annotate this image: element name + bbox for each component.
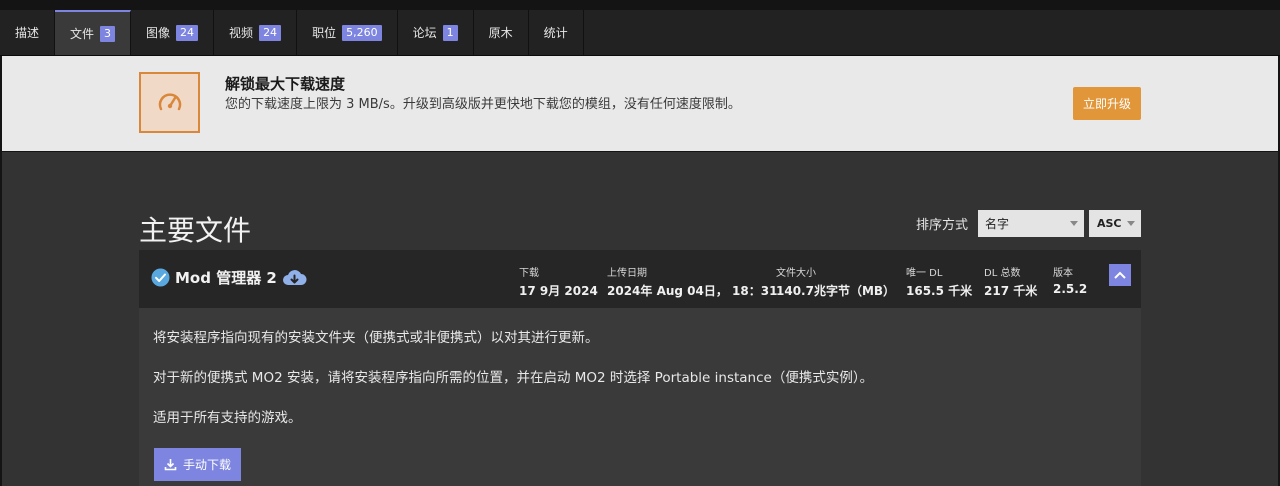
chevron-down-icon (1070, 221, 1078, 226)
meta-unique-downloads: 唯一 DL 165.5 千米 (906, 264, 972, 299)
chevron-up-icon (1114, 271, 1126, 279)
tab-label: 统计 (543, 26, 568, 40)
meta-file-size: 文件大小 140.7兆字节（MB） (776, 264, 895, 299)
cloud-download-icon[interactable] (282, 269, 307, 287)
file-name: Mod 管理器 2 (175, 269, 277, 287)
tab-description[interactable]: 描述 (0, 10, 56, 55)
meta-label: 下载 (519, 268, 539, 279)
page: 描述 文件 3 图像 24 视频 24 职位 5,260 论坛 1 原木 统计 (0, 0, 1280, 486)
tab-count-badge: 3 (100, 25, 116, 42)
tab-count-badge: 24 (259, 24, 282, 41)
tab-label: 描述 (15, 26, 40, 40)
tab-files[interactable]: 文件 3 (55, 10, 132, 55)
tab-label: 图像 (146, 26, 171, 40)
manual-download-button[interactable]: 手动下载 (154, 448, 241, 481)
verified-check-icon (151, 268, 170, 287)
file-title: Mod 管理器 2 (175, 267, 307, 288)
tab-forum[interactable]: 论坛 1 (398, 10, 474, 55)
meta-label: 文件大小 (776, 268, 816, 279)
meta-value: 2.5.2 (1053, 282, 1088, 296)
tab-stats[interactable]: 统计 (529, 10, 584, 55)
meta-value: 165.5 千米 (906, 284, 973, 298)
sort-label: 排序方式 (916, 218, 969, 233)
tab-count-badge: 5,260 (342, 24, 382, 41)
tab-posts[interactable]: 职位 5,260 (297, 10, 398, 55)
tab-count-badge: 24 (176, 24, 199, 41)
sort-by-select[interactable]: 名字 (978, 210, 1084, 237)
sort-order-value: ASC (1097, 217, 1122, 230)
meta-value: 2024年 Aug 04日， 18：31 (607, 284, 778, 298)
tab-count-badge: 1 (442, 24, 458, 41)
chevron-down-icon (1127, 221, 1135, 226)
tab-label: 文件 (70, 27, 95, 41)
premium-promo-banner: 解锁最大下载速度 您的下载速度上限为 3 MB/s。升级到高级版并更快地下载您的… (2, 56, 1278, 151)
file-header[interactable]: Mod 管理器 2 下载 17 9月 2024 上传日期 2024年 Aug 0… (139, 250, 1141, 308)
tab-label: 论坛 (412, 26, 437, 40)
description-paragraph: 适用于所有支持的游戏。 (153, 410, 302, 426)
tab-label: 原木 (488, 26, 513, 40)
meta-downloaded: 下载 17 9月 2024 (519, 264, 598, 299)
meta-label: 版本 (1053, 268, 1073, 279)
promo-description: 您的下载速度上限为 3 MB/s。升级到高级版并更快地下载您的模组，没有任何速度… (225, 97, 741, 112)
tab-logs[interactable]: 原木 (474, 10, 529, 55)
description-paragraph: 对于新的便携式 MO2 安装，请将安装程序指向所需的位置，并在启动 MO2 时选… (153, 370, 874, 386)
promo-title: 解锁最大下载速度 (225, 75, 346, 93)
description-paragraph: 将安装程序指向现有的安装文件夹（便携式或非便携式）以对其进行更新。 (153, 330, 599, 346)
manual-download-label: 手动下载 (182, 458, 231, 472)
tab-bar: 描述 文件 3 图像 24 视频 24 职位 5,260 论坛 1 原木 统计 (0, 10, 1280, 56)
meta-upload-date: 上传日期 2024年 Aug 04日， 18：31 (607, 264, 777, 299)
tab-videos[interactable]: 视频 24 (214, 10, 298, 55)
meta-value: 140.7兆字节（MB） (776, 284, 896, 298)
upgrade-now-button[interactable]: 立即升级 (1073, 87, 1141, 120)
speedometer-icon (139, 72, 200, 133)
meta-label: DL 总数 (984, 268, 1021, 279)
meta-value: 17 9月 2024 (519, 284, 598, 298)
collapse-button[interactable] (1109, 264, 1131, 286)
file-description: 将安装程序指向现有的安装文件夹（便携式或非便携式）以对其进行更新。 对于新的便携… (139, 308, 1141, 486)
tab-label: 视频 (229, 26, 254, 40)
meta-label: 上传日期 (607, 268, 647, 279)
section-title: 主要文件 (139, 214, 252, 247)
tab-label: 职位 (312, 26, 337, 40)
tab-images[interactable]: 图像 24 (131, 10, 215, 55)
meta-version: 版本 2.5.2 (1053, 264, 1087, 296)
sort-selected-value: 名字 (985, 217, 1010, 231)
meta-total-downloads: DL 总数 217 千米 (984, 264, 1037, 299)
download-icon (164, 459, 177, 471)
files-section: 主要文件 排序方式 名字 ASC Mod 管理器 2 下载 17 9月 2024… (2, 152, 1278, 486)
meta-value: 217 千米 (984, 284, 1038, 298)
meta-label: 唯一 DL (906, 268, 943, 279)
sort-order-select[interactable]: ASC (1089, 210, 1141, 237)
